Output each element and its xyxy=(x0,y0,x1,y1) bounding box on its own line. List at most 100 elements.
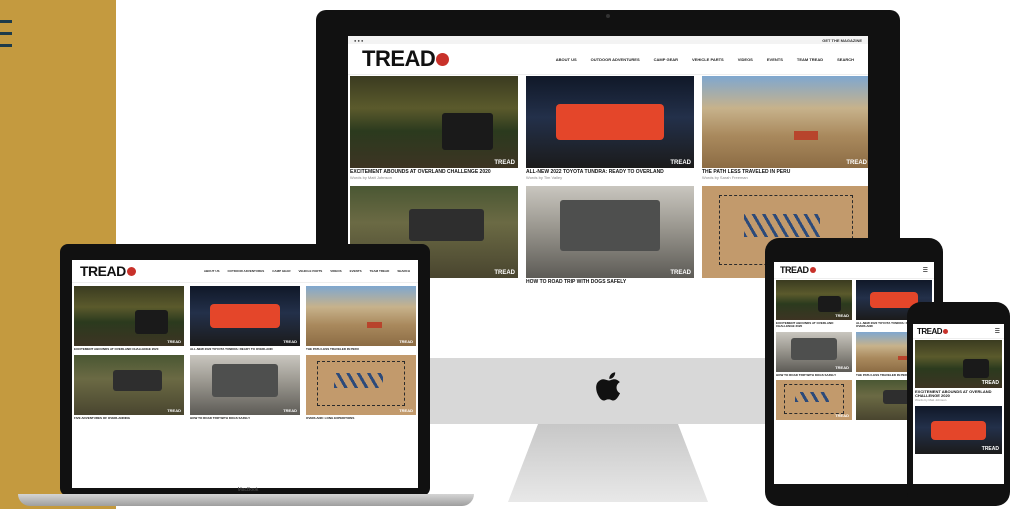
article-title[interactable]: FIVE ADVENTURES OF OVERLANDING xyxy=(74,416,184,420)
menu-item[interactable]: OUTDOOR ADVENTURES xyxy=(228,269,265,273)
macbook-base xyxy=(18,494,474,506)
logo-text: TREAD xyxy=(80,263,126,279)
menu-item[interactable]: VIDEOS xyxy=(738,57,753,62)
menu-item[interactable]: SEARCH xyxy=(397,269,410,273)
article-image[interactable]: TREAD xyxy=(190,355,300,416)
image-watermark: TREAD xyxy=(167,339,181,344)
article-image[interactable]: TREAD xyxy=(776,280,852,320)
article-title[interactable]: HOW TO ROAD TRIP WITH DOGS SAFELY xyxy=(526,280,694,286)
camera-dot xyxy=(606,14,610,18)
article-image[interactable]: TREAD xyxy=(190,286,300,346)
get-magazine-link[interactable]: GET THE MAGAZINE xyxy=(822,38,862,43)
article-image[interactable]: TREAD xyxy=(306,286,416,346)
article-card[interactable]: TREAD HOW TO ROAD TRIP WITH DOGS SAFELY xyxy=(526,186,694,286)
article-byline: Words by Matt Johnson xyxy=(915,397,947,402)
article-card[interactable]: TREAD xyxy=(776,379,852,420)
article-image[interactable]: TREAD xyxy=(526,76,694,168)
menu-item[interactable]: ABOUT US xyxy=(204,269,220,273)
logo-text: TREAD xyxy=(362,46,436,71)
article-title[interactable]: EXCITEMENT ABOUNDS AT OVERLAND CHALLENGE… xyxy=(74,347,184,351)
article-title[interactable]: EXCITEMENT ABOUNDS AT OVERLAND CHALLENGE… xyxy=(776,321,852,329)
menu-item[interactable]: ABOUT US xyxy=(556,57,577,62)
imac-menu: ABOUT US OUTDOOR ADVENTURES CAMP GEAR VEHIC… xyxy=(556,57,854,62)
article-card[interactable]: TREAD EXCITEMENT ABOUNDS AT OVERLAND CHAL… xyxy=(350,76,518,180)
iphone-article-grid: TREAD EXCITEMENT ABOUNDS AT OVERLAND CHAL… xyxy=(915,340,1002,455)
menu-item[interactable]: VEHICLE PARTS xyxy=(692,57,724,62)
article-image[interactable]: TREAD xyxy=(350,76,518,168)
logo-wheel-icon xyxy=(436,52,450,66)
article-byline: Words by Sarah Freeman xyxy=(702,174,748,180)
logo-text: TREAD xyxy=(780,265,809,275)
menu-item[interactable]: EVENTS xyxy=(350,269,362,273)
article-card[interactable]: TREAD THE PATH LESS TRAVELED IN PERU xyxy=(306,286,416,351)
article-byline: Words by Tim Valley xyxy=(526,174,563,180)
image-watermark: TREAD xyxy=(835,412,849,418)
article-card[interactable]: TREAD EXCITEMENT ABOUNDS AT OVERLAND CHAL… xyxy=(74,286,184,351)
article-card[interactable]: TREAD OVERLAND: LONG EXPEDITIONS xyxy=(306,355,416,420)
social-icons[interactable]: ● ● ● xyxy=(354,38,363,43)
ipad-nav: TREAD ☰ xyxy=(774,262,934,279)
tread-logo[interactable]: TREAD xyxy=(362,46,450,72)
article-image[interactable]: TREAD xyxy=(74,355,184,416)
top-utility-bar: ● ● ● GET THE MAGAZINE xyxy=(348,36,868,44)
menu-item[interactable]: SEARCH xyxy=(837,57,854,62)
article-card[interactable]: TREAD HOW TO ROAD TRIP WITH DOGS SAFELY xyxy=(190,355,300,420)
imac-nav: TREAD ABOUT US OUTDOOR ADVENTURES CAMP GEA… xyxy=(348,44,868,75)
image-watermark: TREAD xyxy=(835,364,849,370)
article-card[interactable]: TREAD xyxy=(915,406,1002,455)
article-title[interactable]: OVERLAND: LONG EXPEDITIONS xyxy=(306,416,416,420)
article-image[interactable]: TREAD xyxy=(776,331,852,372)
macbook-display: TREAD ABOUT US OUTDOOR ADVENTURES CAMP GEA… xyxy=(60,244,430,496)
article-title[interactable]: HOW TO ROAD TRIP WITH DOGS SAFELY xyxy=(190,416,300,420)
image-watermark: TREAD xyxy=(670,270,691,277)
menu-item[interactable]: VEHICLE PARTS xyxy=(299,269,323,273)
article-card[interactable]: TREADALL-NEW 2022 TOYOTA TUNDRA: READY T… xyxy=(526,76,694,180)
image-watermark: TREAD xyxy=(283,408,297,414)
hamburger-menu-icon[interactable] xyxy=(0,20,12,56)
article-card[interactable]: TREAD EXCITEMENT ABOUNDS AT OVERLAND CHAL… xyxy=(776,280,852,329)
article-card[interactable]: TREAD FIVE ADVENTURES OF OVERLANDING xyxy=(74,355,184,420)
article-card[interactable]: TREAD EXCITEMENT ABOUNDS AT OVERLAND CHAL… xyxy=(915,340,1002,402)
image-watermark: TREAD xyxy=(494,270,515,277)
macbook-nav: TREAD ABOUT US OUTDOOR ADVENTURES CAMP GEA… xyxy=(72,260,418,283)
apple-logo-icon xyxy=(596,372,621,401)
article-card[interactable]: TREADALL-NEW 2022 TOYOTA TUNDRA: READY T… xyxy=(190,286,300,351)
image-watermark: TREAD xyxy=(981,380,999,386)
iphone-screen: TREAD ☰ TREAD EXCITEMENT ABOUNDS AT OVERL… xyxy=(913,324,1004,484)
article-title[interactable]: HOW TO ROAD TRIP WITH DOGS SAFELY xyxy=(776,373,852,377)
menu-item[interactable]: TEAM TREAD xyxy=(797,57,823,62)
menu-icon[interactable]: ☰ xyxy=(923,267,928,274)
article-image[interactable]: TREAD xyxy=(526,186,694,279)
tread-logo-ipad[interactable]: TREAD xyxy=(780,265,816,275)
macbook-menu: ABOUT US OUTDOOR ADVENTURES CAMP GEAR VEHIC… xyxy=(204,269,410,273)
menu-icon[interactable]: ☰ xyxy=(995,328,1000,335)
image-watermark: TREAD xyxy=(670,160,691,166)
article-image[interactable]: TREAD xyxy=(306,355,416,416)
menu-item[interactable]: EVENTS xyxy=(767,57,783,62)
image-watermark: TREAD xyxy=(399,408,413,414)
article-card[interactable]: TREAD THE PATH LESS TRAVELED IN PERU Words… xyxy=(702,76,868,180)
logo-wheel-icon xyxy=(809,267,816,273)
article-title[interactable]: ALL-NEW 2022 TOYOTA TUNDRA: READY TO OVE… xyxy=(190,347,300,351)
article-image[interactable]: TREAD xyxy=(776,379,852,420)
article-image[interactable]: TREAD xyxy=(915,406,1002,455)
tread-logo-iphone[interactable]: TREAD xyxy=(917,327,949,336)
logo-wheel-icon xyxy=(943,328,949,334)
menu-item[interactable]: VIDEOS xyxy=(330,269,341,273)
article-image[interactable]: TREAD xyxy=(74,286,184,346)
article-byline: Words by Matt Johnson xyxy=(350,174,392,180)
image-watermark: TREAD xyxy=(846,160,867,166)
image-watermark: TREAD xyxy=(835,313,849,318)
menu-item[interactable]: OUTDOOR ADVENTURES xyxy=(591,57,640,62)
menu-item[interactable]: TEAM TREAD xyxy=(370,269,390,273)
article-card[interactable]: TREAD HOW TO ROAD TRIP WITH DOGS SAFELY xyxy=(776,331,852,377)
article-image[interactable]: TREAD xyxy=(702,76,868,168)
menu-item[interactable]: CAMP GEAR xyxy=(654,57,678,62)
image-watermark: TREAD xyxy=(167,408,181,414)
tread-logo-small[interactable]: TREAD xyxy=(80,263,136,279)
image-watermark: TREAD xyxy=(981,446,999,453)
menu-item[interactable]: CAMP GEAR xyxy=(272,269,290,273)
article-title[interactable]: THE PATH LESS TRAVELED IN PERU xyxy=(306,347,416,351)
imac-stand xyxy=(508,424,708,502)
article-image[interactable]: TREAD xyxy=(915,340,1002,388)
